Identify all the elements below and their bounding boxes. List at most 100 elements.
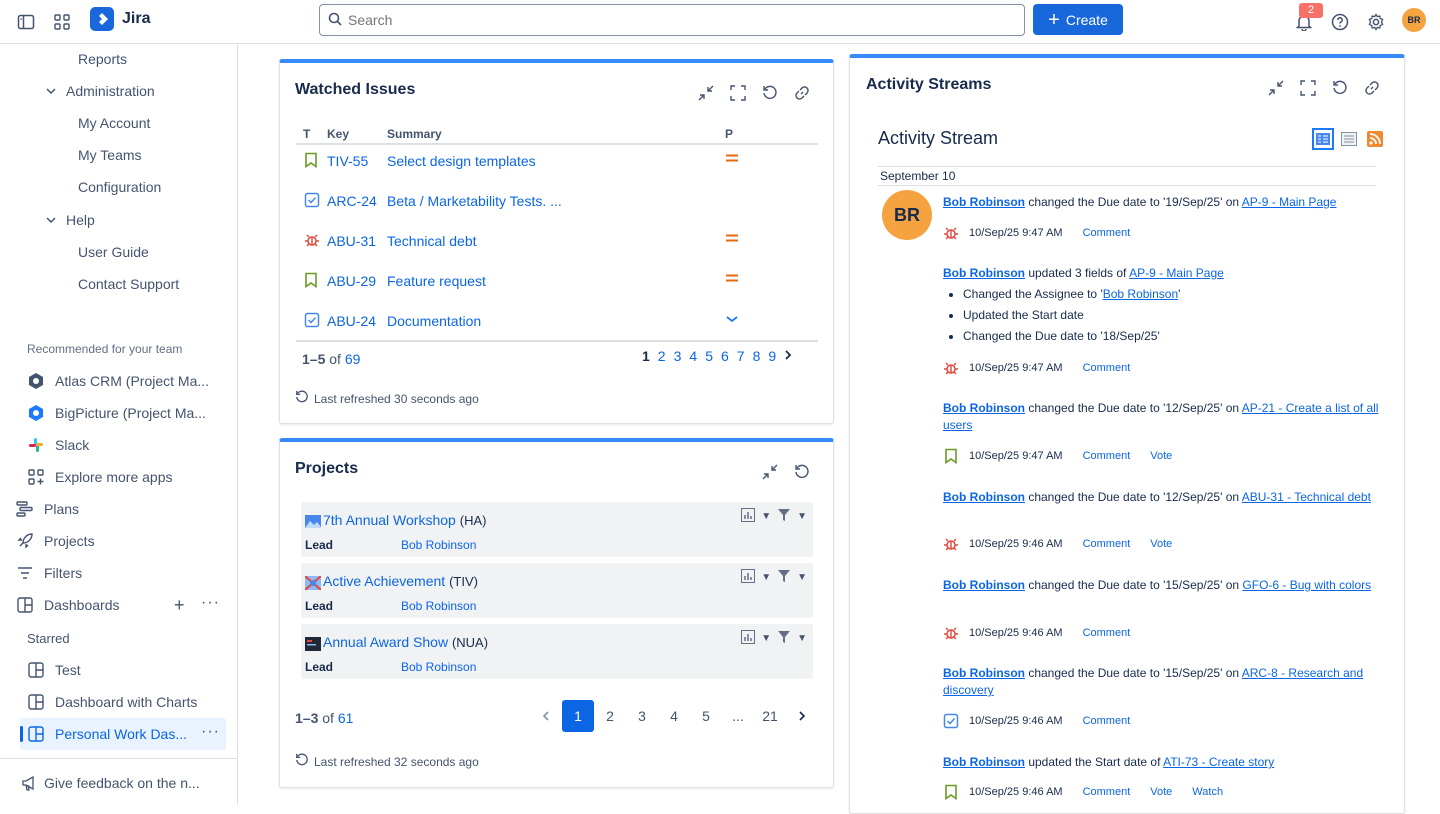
user-link[interactable]: Bob Robinson [943,490,1025,504]
vote-link[interactable]: Vote [1150,538,1172,550]
issue-summary[interactable]: Select design templates [387,153,536,169]
sidebar-item-contact-support[interactable]: Contact Support [78,269,179,299]
comment-link[interactable]: Comment [1083,786,1131,798]
filter-funnel-icon[interactable] [777,630,791,647]
page-21[interactable]: 21 [754,700,786,732]
issue-key[interactable]: TIV-55 [327,153,368,169]
user-link[interactable]: Bob Robinson [943,578,1025,592]
project-name-link[interactable]: 7th Annual Workshop (HA) [323,512,486,528]
chevron-down-icon[interactable]: ▼ [761,511,771,522]
link-icon[interactable] [1363,79,1381,97]
next-page-icon[interactable] [784,348,792,364]
comment-link[interactable]: Comment [1083,227,1131,239]
page-1[interactable]: 1 [562,700,594,732]
page-4[interactable]: 4 [658,700,690,732]
comment-link[interactable]: Comment [1083,627,1131,639]
chart-report-icon[interactable] [741,508,756,525]
chevron-down-icon[interactable]: ▼ [797,633,807,644]
sidebar-item-reports[interactable]: Reports [78,44,127,74]
filter-funnel-icon[interactable] [777,569,791,586]
sidebar-item-projects[interactable]: Projects [16,526,95,556]
refresh-icon[interactable] [761,84,779,102]
issue-key[interactable]: ABU-29 [327,273,376,289]
watch-link[interactable]: Watch [1192,786,1223,798]
sidebar-toggle-icon[interactable] [14,10,38,34]
project-name-link[interactable]: Annual Award Show (NUA) [323,634,488,650]
issue-key[interactable]: ABU-24 [327,313,376,329]
lead-link[interactable]: Bob Robinson [401,538,476,552]
user-link[interactable]: Bob Robinson [943,401,1025,415]
comment-link[interactable]: Comment [1083,450,1131,462]
user-link[interactable]: Bob Robinson [943,755,1025,769]
user-avatar[interactable]: BR [1402,8,1426,32]
refresh-icon[interactable] [1331,79,1349,97]
sidebar-item-plans[interactable]: Plans [16,494,79,524]
minimize-icon[interactable] [761,463,779,481]
sidebar-item-user-guide[interactable]: User Guide [78,237,149,267]
search-box[interactable] [319,4,1025,36]
page-5[interactable]: 5 [690,700,722,732]
project-name-link[interactable]: Active Achievement (TIV) [323,573,478,589]
chevron-down-icon[interactable]: ▼ [797,511,807,522]
issue-link[interactable]: ATI-73 - Create story [1163,755,1274,769]
fullscreen-icon[interactable] [1299,79,1317,97]
issues-total-link[interactable]: 69 [345,351,361,367]
table-row[interactable]: ABU-29 Feature request [296,262,818,302]
issue-link[interactable]: GFO-6 - Bug with colors [1242,578,1371,592]
page-4[interactable]: 4 [689,348,697,364]
sidebar-item-my-account[interactable]: My Account [78,108,150,138]
previous-page-icon[interactable] [530,700,562,732]
comment-link[interactable]: Comment [1083,538,1131,550]
page-5[interactable]: 5 [705,348,713,364]
app-switcher-icon[interactable] [50,10,74,34]
table-row[interactable]: ABU-24 Documentation [296,302,818,342]
sidebar-starred-personal-work[interactable]: Personal Work Das... [27,719,187,749]
table-row[interactable]: ABU-31 Technical debt [296,222,818,262]
minimize-icon[interactable] [697,84,715,102]
page-2[interactable]: 2 [594,700,626,732]
sidebar-item-administration[interactable]: Administration [42,76,155,106]
sidebar-app-bigpicture[interactable]: BigPicture (Project Ma... [27,398,206,428]
comment-link[interactable]: Comment [1083,362,1131,374]
list-view-icon[interactable] [1338,128,1360,150]
issue-summary[interactable]: Beta / Marketability Tests. ... [387,193,562,209]
settings-gear-icon[interactable] [1364,10,1388,34]
chevron-down-icon[interactable]: ▼ [797,572,807,583]
chevron-down-icon[interactable]: ▼ [761,633,771,644]
create-button[interactable]: + Create [1033,4,1123,35]
more-actions-icon[interactable]: ··· [201,594,220,612]
comment-link[interactable]: Comment [1083,715,1131,727]
sidebar-item-configuration[interactable]: Configuration [78,172,161,202]
issue-link[interactable]: AP-9 - Main Page [1242,195,1337,209]
table-row[interactable]: ARC-24 Beta / Marketability Tests. ... [296,182,818,222]
search-input[interactable] [348,12,988,28]
minimize-icon[interactable] [1267,79,1285,97]
user-avatar[interactable]: BR [882,190,932,240]
jira-logo[interactable]: Jira [90,7,150,31]
vote-link[interactable]: Vote [1150,450,1172,462]
chart-report-icon[interactable] [741,569,756,586]
page-7[interactable]: 7 [737,348,745,364]
issue-key[interactable]: ABU-31 [327,233,376,249]
rss-feed-icon[interactable] [1364,128,1386,150]
vote-link[interactable]: Vote [1150,786,1172,798]
user-link[interactable]: Bob Robinson [1103,287,1178,301]
issue-summary[interactable]: Feature request [387,273,486,289]
sidebar-app-slack[interactable]: Slack [27,430,89,460]
page-6[interactable]: 6 [721,348,729,364]
sidebar-starred-test[interactable]: Test [27,655,81,685]
give-feedback-link[interactable]: Give feedback on the n... [20,768,200,798]
page-9[interactable]: 9 [768,348,776,364]
chart-report-icon[interactable] [741,630,756,647]
table-row[interactable]: TIV-55 Select design templates [296,142,818,182]
next-page-icon[interactable] [786,700,818,732]
lead-link[interactable]: Bob Robinson [401,599,476,613]
sidebar-item-my-teams[interactable]: My Teams [78,140,142,170]
filter-funnel-icon[interactable] [777,508,791,525]
more-actions-icon[interactable]: ··· [201,723,220,741]
chevron-down-icon[interactable]: ▼ [761,572,771,583]
issue-key[interactable]: ARC-24 [327,193,377,209]
page-8[interactable]: 8 [753,348,761,364]
sidebar-app-atlas-crm[interactable]: Atlas CRM (Project Ma... [27,366,209,396]
full-view-icon[interactable] [1312,128,1334,150]
